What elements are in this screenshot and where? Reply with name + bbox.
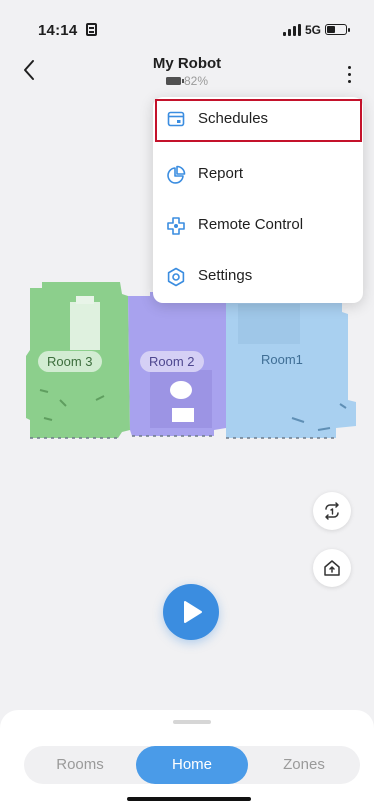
play-icon <box>184 601 202 623</box>
return-to-dock-button[interactable] <box>313 549 351 587</box>
options-menu: Schedules Report Remote Control Settings <box>153 97 363 303</box>
tab-rooms[interactable]: Rooms <box>24 746 136 784</box>
home-dock-icon <box>324 560 340 576</box>
menu-item-schedules[interactable]: Schedules <box>153 99 363 149</box>
calendar-notification-icon <box>86 23 97 36</box>
home-indicator <box>127 797 251 801</box>
tab-zones[interactable]: Zones <box>248 746 360 784</box>
room-3-label[interactable]: Room 3 <box>38 351 102 372</box>
menu-item-settings[interactable]: Settings <box>153 252 363 302</box>
signal-strength-icon <box>283 24 301 36</box>
menu-label-schedules: Schedules <box>198 110 269 127</box>
menu-label-report: Report <box>198 165 244 182</box>
repeat-once-icon <box>325 502 339 520</box>
calendar-icon <box>166 109 186 129</box>
clean-count-button[interactable] <box>313 492 351 530</box>
menu-label-settings: Settings <box>198 267 253 284</box>
mode-tabs: Rooms Home Zones <box>24 746 360 784</box>
dpad-icon <box>166 216 186 236</box>
menu-label-remote-control: Remote Control <box>198 216 304 233</box>
menu-item-report[interactable]: Report <box>153 150 363 200</box>
room-2-label[interactable]: Room 2 <box>140 351 204 372</box>
network-type: 5G <box>305 23 322 37</box>
battery-status-icon <box>325 24 350 35</box>
room-1-label[interactable]: Room1 <box>252 349 312 370</box>
battery-icon <box>165 77 184 85</box>
menu-item-remote-control[interactable]: Remote Control <box>153 201 363 251</box>
robot-battery: 82% <box>0 74 374 88</box>
bottom-panel: Rooms Home Zones <box>0 710 374 803</box>
more-options-button[interactable] <box>340 62 360 86</box>
status-bar: 14:14 5G <box>0 0 374 44</box>
drag-handle[interactable] <box>173 720 211 724</box>
header: My Robot 82% <box>0 46 374 96</box>
status-time: 14:14 <box>38 22 78 39</box>
robot-name: My Robot <box>152 55 222 72</box>
pie-chart-icon <box>166 165 186 185</box>
tab-home[interactable]: Home <box>136 746 248 784</box>
battery-percent: 82% <box>183 74 209 88</box>
start-cleaning-button[interactable] <box>163 584 219 640</box>
gear-icon <box>166 267 186 287</box>
